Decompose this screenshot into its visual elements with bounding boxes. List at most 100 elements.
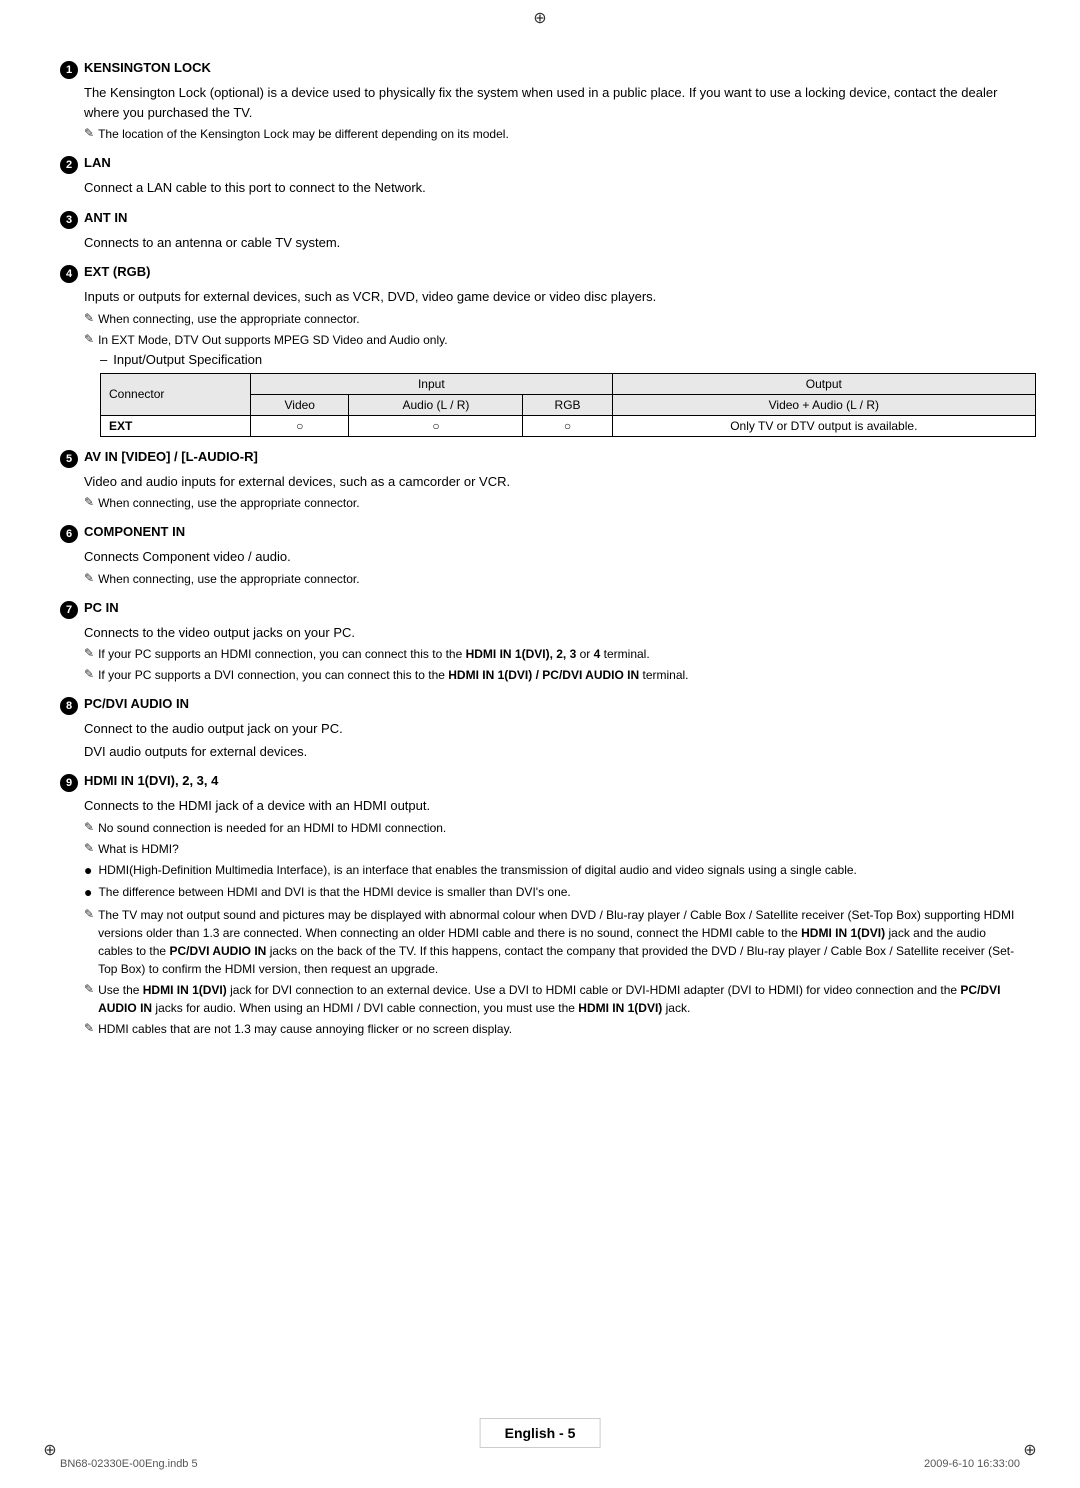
section-1-body: The Kensington Lock (optional) is a devi… [60,83,1020,143]
note-1-text: The location of the Kensington Lock may … [98,125,509,143]
section-8-text-1: Connect to the audio output jack on your… [84,719,1020,739]
note-5-1-text: When connecting, use the appropriate con… [98,494,360,512]
note-icon-9-3: ✎ [84,907,94,921]
section-4-body: Inputs or outputs for external devices, … [60,287,1020,437]
note-icon-9-1: ✎ [84,820,94,834]
section-ant-in: 3 ANT IN Connects to an antenna or cable… [60,210,1020,253]
section-4-text: Inputs or outputs for external devices, … [84,287,1020,307]
section-5-note-1: ✎ When connecting, use the appropriate c… [84,494,1020,512]
note-9-3-text: The TV may not output sound and pictures… [98,906,1020,978]
section-5-header: 5 AV IN [VIDEO] / [L-AUDIO-R] [60,449,1020,468]
section-ext-rgb: 4 EXT (RGB) Inputs or outputs for extern… [60,264,1020,437]
note-icon-4-2: ✎ [84,332,94,346]
table-cell-video: ○ [251,415,349,436]
section-6-header: 6 COMPONENT IN [60,524,1020,543]
section-7-note-1: ✎ If your PC supports an HDMI connection… [84,645,1020,663]
section-4-title: EXT (RGB) [84,264,150,279]
section-7-num: 7 [60,601,78,619]
section-6-num: 6 [60,525,78,543]
section-pcdvi-audio-in: 8 PC/DVI AUDIO IN Connect to the audio o… [60,696,1020,761]
section-9-header: 9 HDMI IN 1(DVI), 2, 3, 4 [60,773,1020,792]
section-7-note-2: ✎ If your PC supports a DVI connection, … [84,666,1020,684]
section-5-title: AV IN [VIDEO] / [L-AUDIO-R] [84,449,258,464]
section-9-title: HDMI IN 1(DVI), 2, 3, 4 [84,773,218,788]
section-7-header: 7 PC IN [60,600,1020,619]
section-6-note-1: ✎ When connecting, use the appropriate c… [84,570,1020,588]
section-1-num: 1 [60,61,78,79]
section-5-body: Video and audio inputs for external devi… [60,472,1020,513]
bullet-icon-9-1: ● [84,861,92,881]
table-subheader-video: Video [251,394,349,415]
section-8-body: Connect to the audio output jack on your… [60,719,1020,761]
dash-icon: – [100,352,107,367]
section-9-note-5: ✎ HDMI cables that are not 1.3 may cause… [84,1020,1020,1038]
section-1-note-1: ✎ The location of the Kensington Lock ma… [84,125,1020,143]
table-header-output: Output [612,373,1035,394]
note-9-1-text: No sound connection is needed for an HDM… [98,819,446,837]
section-9-note-2: ✎ What is HDMI? [84,840,1020,858]
note-icon-5-1: ✎ [84,495,94,509]
section-3-num: 3 [60,211,78,229]
table-subheader-audio: Audio (L / R) [349,394,523,415]
section-kensington-lock: 1 KENSINGTON LOCK The Kensington Lock (o… [60,60,1020,143]
table-cell-connector: EXT [101,415,251,436]
note-7-2-text: If your PC supports a DVI connection, yo… [98,666,688,684]
section-8-text-2: DVI audio outputs for external devices. [84,742,1020,762]
section-9-num: 9 [60,774,78,792]
section-2-title: LAN [84,155,111,170]
section-9-note-4: ✎ Use the HDMI IN 1(DVI) jack for DVI co… [84,981,1020,1017]
bullet-9-1-text: HDMI(High-Definition Multimedia Interfac… [98,861,856,879]
note-icon-9-5: ✎ [84,1021,94,1035]
dash-text: Input/Output Specification [113,352,262,367]
crosshair-bottom-right: ⊕ [1020,1440,1040,1460]
section-2-header: 2 LAN [60,155,1020,174]
section-1-text: The Kensington Lock (optional) is a devi… [84,83,1020,122]
section-2-body: Connect a LAN cable to this port to conn… [60,178,1020,198]
bullet-9-2-text: The difference between HDMI and DVI is t… [98,883,570,901]
section-3-title: ANT IN [84,210,127,225]
table-subheader-output-detail: Video + Audio (L / R) [612,394,1035,415]
section-9-text: Connects to the HDMI jack of a device wi… [84,796,1020,816]
crosshair-top: ⊕ [530,8,550,28]
table-cell-audio: ○ [349,415,523,436]
section-4-dash: – Input/Output Specification [100,352,1020,367]
section-av-in: 5 AV IN [VIDEO] / [L-AUDIO-R] Video and … [60,449,1020,513]
table-subheader-rgb: RGB [523,394,612,415]
section-9-bullet-1: ● HDMI(High-Definition Multimedia Interf… [84,861,1020,881]
table-cell-output: Only TV or DTV output is available. [612,415,1035,436]
section-2-text: Connect a LAN cable to this port to conn… [84,178,1020,198]
note-icon-9-4: ✎ [84,982,94,996]
section-7-body: Connects to the video output jacks on yo… [60,623,1020,685]
note-6-1-text: When connecting, use the appropriate con… [98,570,360,588]
note-icon-4-1: ✎ [84,311,94,325]
section-hdmi-in: 9 HDMI IN 1(DVI), 2, 3, 4 Connects to th… [60,773,1020,1038]
section-9-bullet-2: ● The difference between HDMI and DVI is… [84,883,1020,903]
section-6-text: Connects Component video / audio. [84,547,1020,567]
section-3-body: Connects to an antenna or cable TV syste… [60,233,1020,253]
table-header-connector: Connector [101,373,251,415]
section-9-note-1: ✎ No sound connection is needed for an H… [84,819,1020,837]
note-icon-7-1: ✎ [84,646,94,660]
section-4-num: 4 [60,265,78,283]
section-4-header: 4 EXT (RGB) [60,264,1020,283]
table-row: EXT ○ ○ ○ Only TV or DTV output is avail… [101,415,1036,436]
section-1-title: KENSINGTON LOCK [84,60,211,75]
section-1-header: 1 KENSINGTON LOCK [60,60,1020,79]
note-9-2-text: What is HDMI? [98,840,179,858]
note-icon-7-2: ✎ [84,667,94,681]
crosshair-bottom-left: ⊕ [40,1440,60,1460]
note-4-2-text: In EXT Mode, DTV Out supports MPEG SD Vi… [98,331,448,349]
footer-left: BN68-02330E-00Eng.indb 5 [60,1458,198,1470]
note-icon-6-1: ✎ [84,571,94,585]
section-7-title: PC IN [84,600,119,615]
note-icon-9-2: ✎ [84,841,94,855]
section-3-header: 3 ANT IN [60,210,1020,229]
footer-center: English - 5 [480,1418,601,1448]
section-6-body: Connects Component video / audio. ✎ When… [60,547,1020,588]
note-9-5-text: HDMI cables that are not 1.3 may cause a… [98,1020,512,1038]
table-header-input: Input [251,373,613,394]
note-9-4-text: Use the HDMI IN 1(DVI) jack for DVI conn… [98,981,1020,1017]
section-4-note-2: ✎ In EXT Mode, DTV Out supports MPEG SD … [84,331,1020,349]
note-4-1-text: When connecting, use the appropriate con… [98,310,360,328]
section-2-num: 2 [60,156,78,174]
